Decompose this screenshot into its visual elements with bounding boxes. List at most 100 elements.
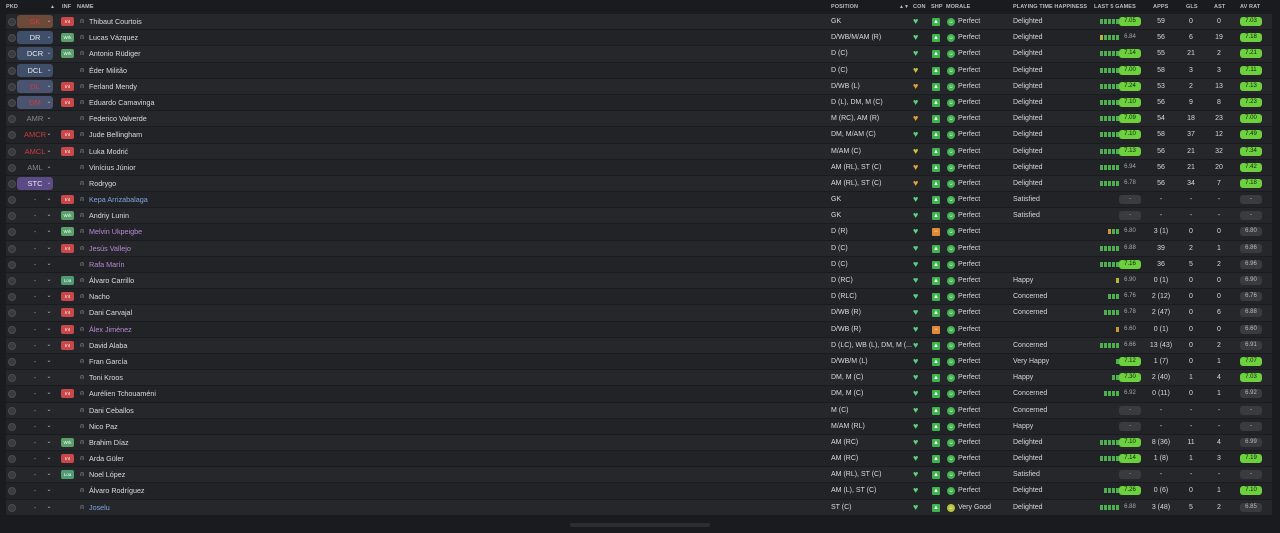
pick-radio[interactable]: [8, 357, 16, 366]
player-name[interactable]: Kepa Arrizabalaga: [89, 192, 148, 207]
pick-radio[interactable]: [8, 325, 16, 334]
player-name[interactable]: Toni Kroos: [89, 370, 123, 385]
info-badge[interactable]: Int: [61, 308, 74, 318]
pick-radio[interactable]: [8, 66, 16, 75]
table-row[interactable]: AML ⌄ ⍝ Vinícius Júnior AM (RL), ST (C) ♥ ▲ ☺ Pe…: [6, 159, 1272, 176]
pick-radio[interactable]: [8, 212, 16, 221]
chevron-down-icon[interactable]: ⌄: [45, 338, 53, 353]
table-row[interactable]: AMR ⌄ ⍝ Federico Valverde M (RC), AM (R) ♥ ▲ ☺ P…: [6, 111, 1272, 128]
player-name[interactable]: David Alaba: [89, 338, 127, 353]
player-name[interactable]: Federico Valverde: [89, 111, 147, 126]
pick-radio[interactable]: [8, 374, 16, 383]
pick-radio[interactable]: [8, 131, 16, 140]
chevron-down-icon[interactable]: ⌄: [45, 111, 53, 126]
player-name[interactable]: Noel López: [89, 467, 125, 482]
table-row[interactable]: - ⌄ Int ⍝ Dani Carvajal D/WB (R) ♥ ▲ ☺ Perfect Con…: [6, 305, 1272, 322]
table-row[interactable]: - ⌄ ⍝ Joselu ST (C) ♥ ▲ ☺ Very Good Delighted 6.88…: [6, 499, 1272, 516]
pick-radio[interactable]: [8, 179, 16, 188]
player-name[interactable]: Dani Carvajal: [89, 305, 132, 320]
info-badge[interactable]: Int: [61, 389, 74, 399]
chevron-down-icon[interactable]: ⌄: [45, 500, 53, 515]
chevron-down-icon[interactable]: ⌄: [45, 224, 53, 239]
table-row[interactable]: - ⌄ Wrk ⍝ Brahim Díaz AM (RC) ♥ ▲ ☺ Perfect Deligh…: [6, 434, 1272, 452]
info-badge[interactable]: Int: [61, 340, 74, 350]
col-morale[interactable]: MORALE: [946, 4, 970, 10]
info-badge[interactable]: Wrk: [61, 227, 74, 237]
player-name[interactable]: Melvin Ukpeigbe: [89, 224, 142, 239]
table-row[interactable]: DM ⌄ Int ⍝ Eduardo Camavinga D (L), DM, M (C)…: [6, 94, 1272, 112]
info-badge[interactable]: Wrk: [61, 49, 74, 59]
info-badge[interactable]: Int: [61, 324, 74, 334]
col-pth[interactable]: PLAYING TIME HAPPINESS: [1013, 4, 1087, 10]
table-row[interactable]: - ⌄ Int ⍝ David Alaba D (LC), WB (L), DM, M (…: [6, 337, 1272, 354]
table-row[interactable]: AMCR ⌄ Int ⍝ Jude Bellingham DM, M/AM (C) ♥ ▲ ☺ P…: [6, 127, 1272, 144]
chevron-down-icon[interactable]: ⌄: [45, 127, 53, 142]
table-row[interactable]: - ⌄ Int ⍝ Jesús Vallejo D (C) ♥ ▲ ☺ Perfect 6.88 39…: [6, 240, 1272, 257]
chevron-down-icon[interactable]: ⌄: [45, 257, 53, 272]
pick-radio[interactable]: [8, 260, 16, 269]
chevron-down-icon[interactable]: ⌄: [45, 192, 53, 207]
info-badge[interactable]: Loa: [61, 276, 74, 285]
pick-radio[interactable]: [8, 228, 16, 237]
info-badge[interactable]: Int: [61, 292, 74, 302]
chevron-down-icon[interactable]: ⌄: [45, 419, 53, 434]
player-name[interactable]: Nico Paz: [89, 419, 118, 434]
player-name[interactable]: Luka Modrić: [89, 144, 128, 159]
chevron-down-icon[interactable]: ⌄: [45, 305, 53, 320]
chevron-down-icon[interactable]: ⌄: [45, 46, 53, 61]
chevron-down-icon[interactable]: ⌄: [45, 176, 53, 191]
table-row[interactable]: - ⌄ Int ⍝ Álex Jiménez D/WB (R) ♥ − ☺ Perfect 6.60…: [6, 321, 1272, 338]
col-pkd[interactable]: PKD: [6, 4, 18, 10]
chevron-down-icon[interactable]: ⌄: [45, 467, 53, 482]
table-row[interactable]: - ⌄ Loa ⍝ Álvaro Carrillo D (RC) ♥ ▲ ☺ Perfect Hap…: [6, 273, 1272, 290]
table-row[interactable]: - ⌄ ⍝ Álvaro Rodríguez AM (L), ST (C) ♥ ▲ ☺ Perf…: [6, 483, 1272, 500]
pick-radio[interactable]: [8, 277, 16, 285]
info-badge[interactable]: Int: [61, 81, 74, 91]
col-apps[interactable]: APPS: [1153, 4, 1168, 10]
table-row[interactable]: - ⌄ Int ⍝ Aurélien Tchouaméni DM, M (C) ♥ ▲ ☺ Per…: [6, 386, 1272, 403]
table-row[interactable]: - ⌄ Wrk ⍝ Andriy Lunin GK ♥ ▲ ☺ Perfect Satisfied -…: [6, 208, 1272, 225]
col-inf[interactable]: INF: [62, 4, 71, 10]
player-name[interactable]: Brahim Díaz: [89, 435, 129, 450]
chevron-down-icon[interactable]: ⌄: [45, 208, 53, 223]
pick-radio[interactable]: [8, 503, 16, 512]
table-row[interactable]: - ⌄ Wrk ⍝ Melvin Ukpeigbe D (R) ♥ − ☺ Perfect 6.80…: [6, 224, 1272, 241]
col-ast[interactable]: AST: [1214, 4, 1225, 10]
player-name[interactable]: Álvaro Carrillo: [89, 273, 134, 288]
chevron-down-icon[interactable]: ⌄: [45, 95, 53, 110]
table-row[interactable]: - ⌄ Int ⍝ Arda Güler AM (RC) ♥ ▲ ☺ Perfect Delight…: [6, 451, 1272, 468]
sort-icon[interactable]: ▲▼: [899, 4, 909, 10]
player-name[interactable]: Eduardo Camavinga: [89, 95, 155, 110]
pick-radio[interactable]: [8, 18, 16, 26]
chevron-down-icon[interactable]: ⌄: [45, 30, 53, 45]
pick-radio[interactable]: [8, 163, 16, 172]
pick-radio[interactable]: [8, 196, 16, 205]
chevron-down-icon[interactable]: ⌄: [45, 273, 53, 288]
pick-radio[interactable]: [8, 147, 16, 156]
col-name[interactable]: NAME: [77, 4, 94, 10]
pick-radio[interactable]: [8, 341, 16, 350]
pick-radio[interactable]: [8, 98, 16, 107]
pick-radio[interactable]: [8, 244, 16, 253]
player-name[interactable]: Vinícius Júnior: [89, 160, 136, 175]
chevron-down-icon[interactable]: ⌄: [45, 241, 53, 256]
table-row[interactable]: - ⌄ Int ⍝ Kepa Arrizabalaga GK ♥ ▲ ☺ Perfect Satis…: [6, 192, 1272, 209]
chevron-down-icon[interactable]: ⌄: [45, 14, 53, 29]
pick-radio[interactable]: [8, 34, 16, 43]
table-row[interactable]: - ⌄ ⍝ Toni Kroos DM, M (C) ♥ ▲ ☺ Perfect Happy 7.3…: [6, 370, 1272, 387]
table-row[interactable]: DL ⌄ Int ⍝ Ferland Mendy D/WB (L) ♥ ▲ ☺ Perfect De…: [6, 78, 1272, 95]
player-name[interactable]: Thibaut Courtois: [89, 14, 142, 29]
player-name[interactable]: Jesús Vallejo: [89, 241, 131, 256]
pick-radio[interactable]: [8, 455, 16, 464]
pick-radio[interactable]: [8, 115, 16, 124]
info-badge[interactable]: Int: [61, 243, 74, 253]
info-badge[interactable]: Wrk: [61, 211, 74, 221]
table-row[interactable]: STC ⌄ ⍝ Rodrygo AM (RL), ST (C) ♥ ▲ ☺ Perfect Del…: [6, 175, 1272, 193]
player-name[interactable]: Éder Militão: [89, 63, 127, 78]
info-badge[interactable]: Int: [61, 146, 74, 156]
table-row[interactable]: - ⌄ ⍝ Dani Ceballos M (C) ♥ ▲ ☺ Perfect Concerned…: [6, 402, 1272, 419]
chevron-down-icon[interactable]: ⌄: [45, 289, 53, 304]
player-name[interactable]: Álex Jiménez: [89, 322, 132, 337]
info-badge[interactable]: Wrk: [61, 437, 74, 447]
table-row[interactable]: DCL ⌄ ⍝ Éder Militão D (C) ♥ ▲ ☺ Perfect Delighte…: [6, 62, 1272, 79]
